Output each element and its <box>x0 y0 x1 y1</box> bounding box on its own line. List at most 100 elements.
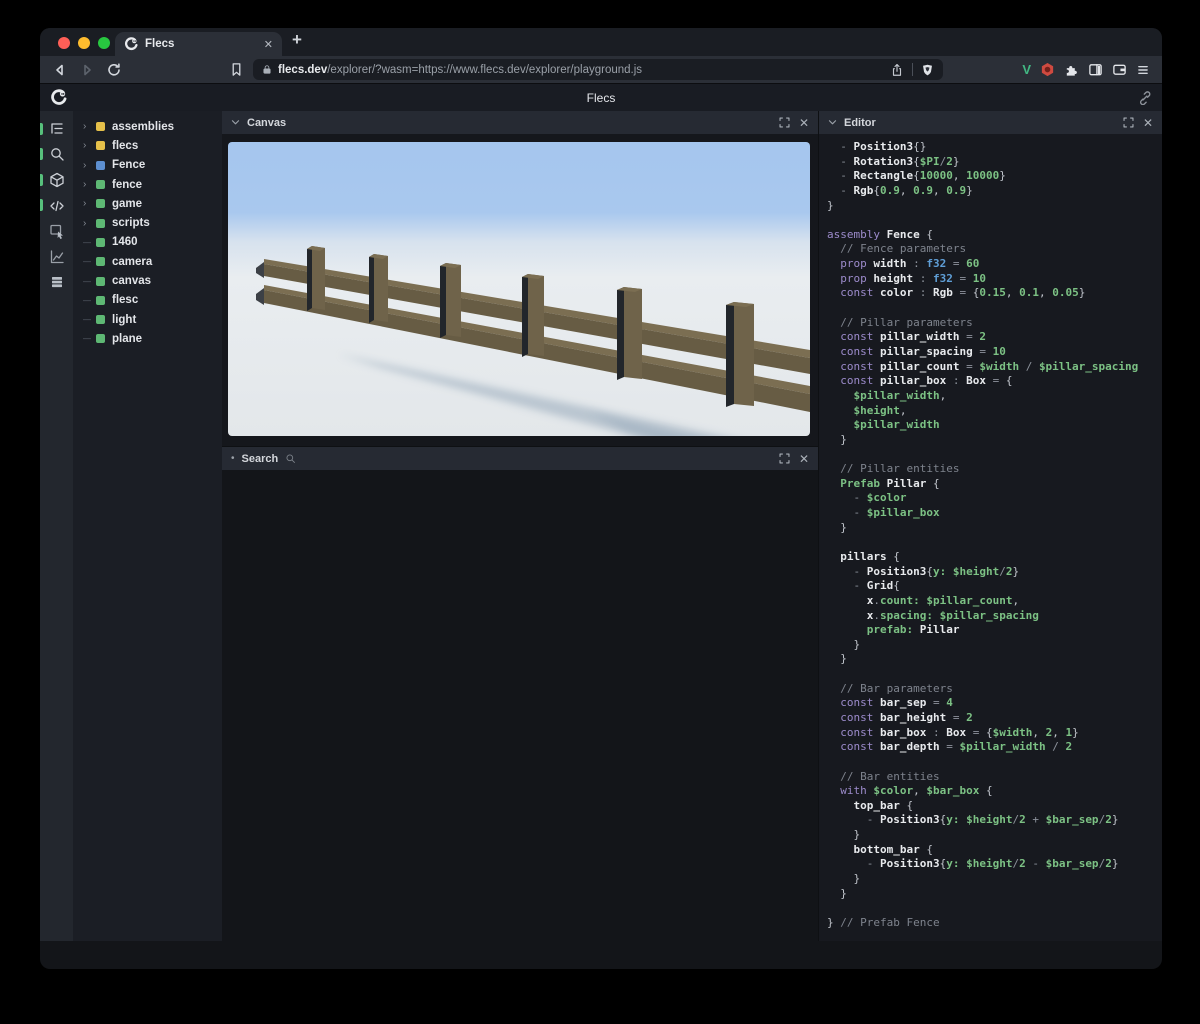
tree-item-game[interactable]: › game <box>73 194 222 213</box>
search-icon <box>285 453 296 464</box>
leaf-dash-icon: — <box>83 257 96 266</box>
flecs-logo-icon <box>124 37 138 51</box>
3d-viewport[interactable] <box>228 142 810 436</box>
entity-color-square <box>96 180 105 189</box>
active-indicator <box>40 174 43 186</box>
close-icon[interactable]: ✕ <box>799 117 809 129</box>
back-icon[interactable] <box>52 62 68 78</box>
tree-item-fence[interactable]: ›fence <box>73 175 222 194</box>
zoom-window-button[interactable] <box>98 37 110 49</box>
expand-icon[interactable] <box>779 453 790 464</box>
rail-search-button[interactable] <box>40 142 73 168</box>
code-line: // Pillar parameters <box>827 316 1162 331</box>
entity-color-square <box>96 238 105 247</box>
address-bar[interactable]: flecs.dev/explorer/?wasm=https://www.fle… <box>253 59 943 80</box>
divider <box>912 63 913 76</box>
reload-icon[interactable] <box>106 62 122 78</box>
close-window-button[interactable] <box>58 37 70 49</box>
bullet-icon: • <box>231 453 235 464</box>
rail-rows-button[interactable] <box>40 270 73 296</box>
tab-close-button[interactable]: ✕ <box>264 38 273 51</box>
puzzle-icon[interactable] <box>1064 62 1079 77</box>
code-line: prop width : f32 = 60 <box>827 257 1162 272</box>
entity-color-square <box>96 277 105 286</box>
code-line: $pillar_width, <box>827 389 1162 404</box>
leaf-dash-icon: — <box>83 277 96 286</box>
code-line: assembly Fence { <box>827 228 1162 243</box>
rail-tree-button[interactable] <box>40 116 73 142</box>
entity-color-square <box>96 161 105 170</box>
rail-cube-button[interactable] <box>40 167 73 193</box>
expand-arrow-icon[interactable]: › <box>83 218 96 229</box>
tree-item-label: flecs <box>112 140 138 152</box>
panel-title: Search <box>242 453 279 465</box>
tree-item-light[interactable]: —light <box>73 310 222 329</box>
brave-shield-icon[interactable] <box>921 63 934 77</box>
code-line: } // Prefab Fence <box>827 916 1162 931</box>
icon-rail <box>40 111 73 941</box>
entity-color-square <box>96 141 105 150</box>
expand-arrow-icon[interactable]: › <box>83 121 96 132</box>
tree-item-label: 1460 <box>112 236 138 248</box>
expand-arrow-icon[interactable]: › <box>83 140 96 151</box>
tree-item-camera[interactable]: —camera <box>73 252 222 271</box>
tree-item-flecs[interactable]: › flecs <box>73 136 222 155</box>
tree-item-plane[interactable]: —plane <box>73 329 222 348</box>
code-line: bottom_bar { <box>827 843 1162 858</box>
chevron-down-icon[interactable] <box>828 119 837 126</box>
code-line: // Bar parameters <box>827 682 1162 697</box>
code-editor[interactable]: - Position3{} - Rotation3{$PI/2} - Recta… <box>819 134 1162 941</box>
search-panel-body[interactable] <box>222 470 818 941</box>
expand-arrow-icon[interactable]: › <box>83 198 96 209</box>
red-ext-icon[interactable] <box>1040 62 1055 77</box>
code-line: prop height : f32 = 10 <box>827 272 1162 287</box>
tree-item-assemblies[interactable]: ›assemblies <box>73 117 222 136</box>
rail-chart-button[interactable] <box>40 244 73 270</box>
code-line <box>827 535 1162 550</box>
tree-item-Fence[interactable]: ›Fence <box>73 156 222 175</box>
close-icon[interactable]: ✕ <box>799 453 809 465</box>
expand-arrow-icon[interactable]: › <box>83 160 96 171</box>
app-header: Flecs <box>40 83 1162 111</box>
rows-icon <box>49 274 65 290</box>
tree-item-scripts[interactable]: ›scripts <box>73 213 222 232</box>
tree-item-1460[interactable]: —1460 <box>73 233 222 252</box>
expand-arrow-icon[interactable]: › <box>83 179 96 190</box>
code-line: x.spacing: $pillar_spacing <box>827 609 1162 624</box>
code-line <box>827 213 1162 228</box>
code-line: const color : Rgb = {0.15, 0.1, 0.05} <box>827 286 1162 301</box>
expand-icon[interactable] <box>1123 117 1134 128</box>
link-icon[interactable] <box>1137 90 1152 105</box>
tree-item-canvas[interactable]: —canvas <box>73 271 222 290</box>
code-line: } <box>827 199 1162 214</box>
search-panel-header: • Search ✕ <box>222 447 818 470</box>
vue-ext-icon[interactable]: V <box>1022 62 1031 77</box>
chevron-down-icon[interactable] <box>231 119 240 126</box>
forward-icon[interactable] <box>79 62 95 78</box>
code-line: - Position3{y: $height/2 + $bar_sep/2} <box>827 813 1162 828</box>
new-tab-button[interactable]: + <box>292 30 302 50</box>
code-line <box>827 755 1162 770</box>
code-line: const bar_sep = 4 <box>827 696 1162 711</box>
code-line: } <box>827 652 1162 667</box>
close-icon[interactable]: ✕ <box>1143 117 1153 129</box>
wallet-icon[interactable] <box>1112 62 1127 77</box>
browser-tab[interactable]: Flecs ✕ <box>115 32 282 56</box>
bookmark-icon[interactable] <box>229 62 244 77</box>
search-icon <box>49 146 65 162</box>
rail-code-button[interactable] <box>40 193 73 219</box>
page-title: Flecs <box>40 91 1162 105</box>
code-icon <box>49 198 65 214</box>
share-icon[interactable] <box>890 63 904 77</box>
tree-item-flesc[interactable]: —flesc <box>73 291 222 310</box>
code-line: top_bar { <box>827 799 1162 814</box>
rail-inspector-button[interactable] <box>40 218 73 244</box>
menu-icon[interactable] <box>1136 63 1150 77</box>
cube-icon <box>49 172 65 188</box>
sidebar-icon[interactable] <box>1088 62 1103 77</box>
code-line: const pillar_spacing = 10 <box>827 345 1162 360</box>
browser-toolbar: flecs.dev/explorer/?wasm=https://www.fle… <box>40 56 1162 83</box>
tree-item-label: game <box>112 198 142 210</box>
expand-icon[interactable] <box>779 117 790 128</box>
minimize-window-button[interactable] <box>78 37 90 49</box>
